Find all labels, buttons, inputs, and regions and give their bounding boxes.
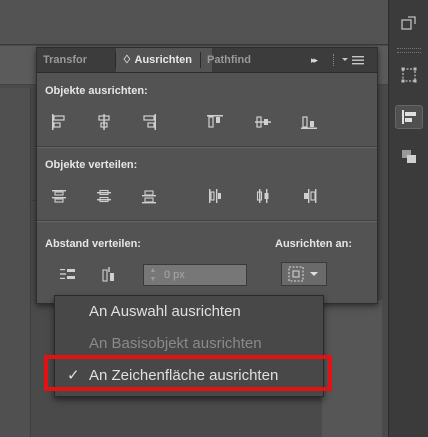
distribute-objects-title: Objekte verteilen: [45, 159, 138, 171]
align-panel: Transfor ♢ Ausrichten Pathfind ▸▸ Objekt… [36, 47, 378, 304]
align-to-artboard-dropdown[interactable] [281, 262, 327, 286]
align-vertical-center-icon[interactable] [251, 110, 275, 134]
spacing-value-field[interactable]: ▲ ▼ 0 px [143, 264, 247, 286]
background-top-bar [0, 0, 388, 45]
pathfinder-icon[interactable] [396, 146, 422, 168]
align-to-artboard-icon [288, 266, 318, 282]
tab-transform[interactable]: Transfor [37, 48, 127, 72]
tab-grip [333, 54, 335, 66]
distribute-vertical-center-icon[interactable] [92, 184, 116, 208]
align-horizontal-center-icon[interactable] [92, 110, 116, 134]
menu-item-align-to-key-object: An Basisobjekt ausrichten [55, 330, 323, 358]
distribute-left-icon[interactable] [203, 184, 227, 208]
background-ruler [0, 88, 31, 437]
distribute-vertical-spacing-icon[interactable] [55, 262, 79, 286]
tab-align[interactable]: ♢ Ausrichten [116, 48, 212, 72]
align-left-icon[interactable] [47, 110, 71, 134]
align-to-title: Ausrichten an: [275, 238, 353, 250]
highlight-annotation [44, 355, 332, 391]
distribute-spacing-title: Abstand verteilen: [45, 238, 141, 250]
spinner-arrows-icon[interactable]: ▲ ▼ [146, 266, 160, 284]
right-panel-dock [388, 0, 428, 437]
section-divider [37, 220, 377, 222]
transform-icon[interactable] [396, 64, 422, 86]
distribute-top-icon[interactable] [47, 184, 71, 208]
distribute-right-icon[interactable] [297, 184, 321, 208]
align-bottom-icon[interactable] [297, 110, 321, 134]
distribute-horizontal-spacing-icon[interactable] [97, 262, 121, 286]
panel-menu-icon[interactable] [340, 53, 370, 67]
distribute-horizontal-center-icon[interactable] [251, 184, 275, 208]
align-objects-title: Objekte ausrichten: [45, 85, 148, 97]
dock-grip[interactable] [397, 48, 421, 53]
menu-item-label: An Basisobjekt ausrichten [89, 335, 262, 352]
tab-pathfinder[interactable]: Pathfind [201, 48, 285, 72]
align-top-icon[interactable] [203, 110, 227, 134]
distribute-bottom-icon[interactable] [137, 184, 161, 208]
menu-item-align-to-selection[interactable]: An Auswahl ausrichten [55, 298, 323, 326]
section-divider [37, 146, 377, 148]
menu-item-label: An Auswahl ausrichten [89, 303, 241, 320]
collapse-panel-icon[interactable]: ▸▸ [311, 48, 318, 72]
align-panel-icon[interactable] [395, 105, 423, 129]
panel-tab-bar: Transfor ♢ Ausrichten Pathfind ▸▸ [37, 48, 377, 73]
artboard-icon[interactable] [396, 12, 422, 34]
align-right-icon[interactable] [137, 110, 161, 134]
spacing-value: 0 px [164, 269, 185, 281]
